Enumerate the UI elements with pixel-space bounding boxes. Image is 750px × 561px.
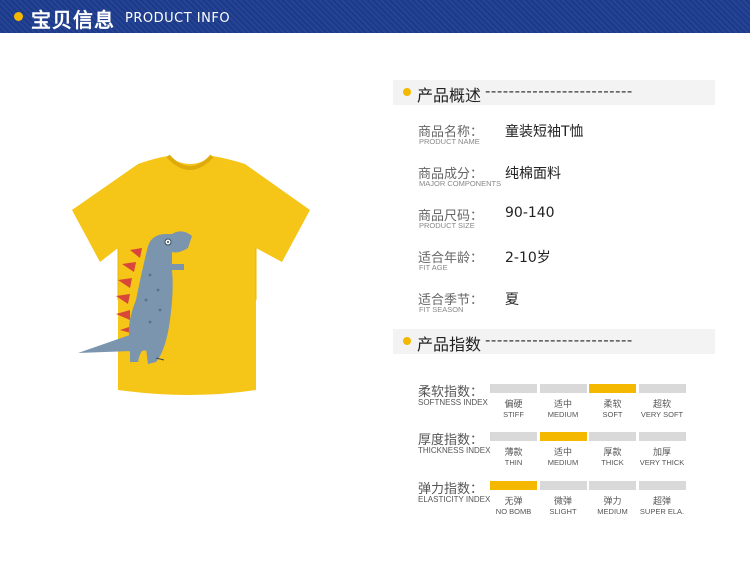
index-option: 无弹 NO BOMB	[489, 497, 538, 516]
index-segment-selected	[539, 432, 587, 441]
index-option-cn: 厚款	[603, 448, 622, 458]
overview-section-header: 产品概述 -------------------------	[393, 80, 715, 105]
index-option-en: THIN	[504, 458, 523, 467]
index-option: 加厚 VERY THICK	[638, 448, 687, 467]
index-segment	[490, 384, 537, 393]
row-value: 纯棉面料	[505, 166, 561, 182]
index-option: 适中 MEDIUM	[539, 400, 588, 419]
index-option-en: VERY SOFT	[640, 410, 684, 419]
header-title-cn: 宝贝信息	[31, 8, 115, 32]
header-title-en: PRODUCT INFO	[125, 11, 231, 26]
row-label-en: PRODUCT SIZE	[419, 221, 475, 230]
index-segment	[539, 481, 587, 490]
index-option-cn: 柔软	[603, 400, 622, 410]
index-option: 微弹 SLIGHT	[539, 497, 588, 516]
header-bar: 宝贝信息 PRODUCT INFO	[0, 0, 750, 33]
index-segment	[638, 384, 686, 393]
row-label-en: FIT AGE	[419, 263, 448, 272]
index-option: 适中 MEDIUM	[539, 448, 588, 467]
index-scale: 薄款 THIN 适中 MEDIUM 厚款 THICK 加厚 VERY THICK	[490, 432, 686, 467]
row-value: 2-10岁	[505, 250, 551, 266]
index-segment	[589, 432, 636, 441]
index-option-en: SOFT	[602, 410, 623, 419]
index-scale: 无弹 NO BOMB 微弹 SLIGHT 弹力 MEDIUM 超弹 SUPER ELA.	[490, 481, 686, 516]
index-title: 产品指数	[417, 335, 482, 354]
index-option: 超软 VERY SOFT	[638, 400, 687, 419]
index-option-cn: 薄款	[504, 448, 523, 458]
row-value: 夏	[505, 292, 519, 308]
tshirt-product-image	[72, 154, 310, 395]
index-option: 弹力 MEDIUM	[588, 497, 637, 516]
index-option-cn: 超软	[652, 400, 671, 410]
index-option-en: MEDIUM	[597, 507, 628, 516]
index-option-cn: 微弹	[553, 497, 572, 507]
tshirt-body	[72, 156, 310, 395]
index-option: 偏硬 STIFF	[489, 400, 538, 419]
index-option: 薄款 THIN	[489, 448, 538, 467]
index-segment	[589, 481, 636, 490]
index-option-en: MEDIUM	[547, 458, 579, 467]
overview-bullet-icon	[403, 88, 411, 96]
index-option-cn: 偏硬	[504, 400, 523, 410]
index-scale: 偏硬 STIFF 适中 MEDIUM 柔软 SOFT 超软 VERY SOFT	[490, 384, 686, 419]
index-option-cn: 无弹	[504, 497, 523, 507]
index-option-cn: 超弹	[652, 497, 671, 507]
index-segment-selected	[490, 481, 537, 490]
index-bullet-icon	[403, 337, 411, 345]
index-segment	[490, 432, 537, 441]
row-label-en: MAJOR COMPONENTS	[419, 179, 502, 188]
index-option: 超弹 SUPER ELA.	[638, 497, 687, 516]
row-value: 90-140	[505, 205, 555, 221]
index-divider: -------------------------	[485, 331, 633, 349]
overview-divider: -------------------------	[485, 82, 633, 100]
index-option-en: MEDIUM	[547, 410, 579, 419]
index-section-header: 产品指数 -------------------------	[393, 329, 715, 354]
index-label-en: SOFTNESS INDEX	[418, 398, 488, 407]
index-option-cn: 适中	[553, 400, 572, 410]
index-option-cn: 适中	[553, 448, 572, 458]
index-option-cn: 弹力	[603, 497, 622, 507]
index-option: 厚款 THICK	[588, 448, 637, 467]
row-value: 童装短袖T恤	[505, 124, 584, 140]
index-option-en: THICK	[601, 458, 624, 467]
index-segment-selected	[589, 384, 636, 393]
index-option-cn: 加厚	[652, 448, 671, 458]
index-segment	[638, 432, 686, 441]
index-option-en: VERY THICK	[639, 458, 685, 467]
overview-title: 产品概述	[417, 86, 482, 105]
header-bullet-icon	[14, 12, 23, 21]
index-segment	[539, 384, 587, 393]
index-segment	[638, 481, 686, 490]
index-option: 柔软 SOFT	[588, 400, 637, 419]
index-option-en: SUPER ELA.	[639, 507, 685, 516]
index-label-en: ELASTICITY INDEX	[418, 495, 491, 504]
index-label-en: THICKNESS INDEX	[418, 446, 491, 455]
row-label-en: FIT SEASON	[419, 305, 464, 314]
index-option-en: NO BOMB	[495, 507, 532, 516]
index-option-en: SLIGHT	[549, 507, 577, 516]
row-label-en: PRODUCT NAME	[419, 137, 480, 146]
index-option-en: STIFF	[503, 410, 524, 419]
